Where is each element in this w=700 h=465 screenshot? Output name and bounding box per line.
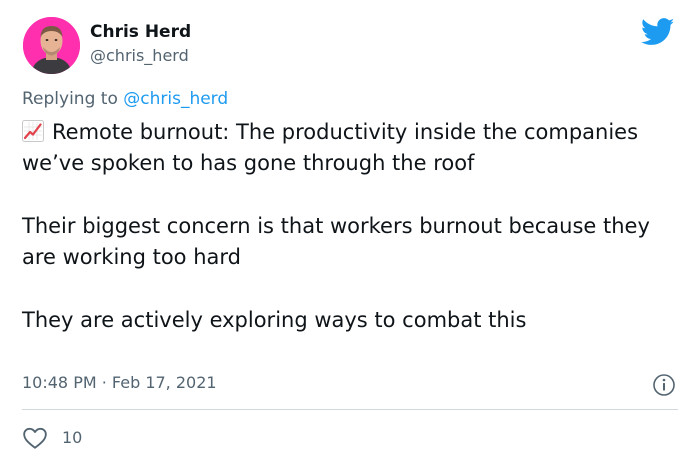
info-icon[interactable]: [652, 373, 676, 397]
replying-to-prefix: Replying to: [22, 89, 118, 109]
avatar-portrait: [23, 17, 80, 74]
heart-icon[interactable]: [22, 426, 48, 450]
tweet-text: Remote burnout: The productivity inside …: [22, 117, 672, 336]
tweet-paragraph-1: Remote burnout: The productivity inside …: [22, 117, 672, 179]
twitter-bird-icon[interactable]: [641, 18, 675, 46]
like-count: 10: [62, 428, 83, 447]
divider: [22, 409, 678, 410]
tweet-paragraph-3: They are actively exploring ways to comb…: [22, 308, 527, 332]
replying-to: Replying to @chris_herd: [22, 88, 228, 110]
chart-increasing-icon: [22, 120, 44, 142]
author-handle[interactable]: @chris_herd: [90, 46, 189, 66]
replying-to-handle-link[interactable]: @chris_herd: [123, 89, 228, 109]
author-display-name[interactable]: Chris Herd: [90, 22, 191, 42]
tweet-paragraph-1-text: Remote burnout: The productivity inside …: [22, 120, 639, 175]
tweet-timestamp[interactable]: 10:48 PM · Feb 17, 2021: [22, 372, 217, 394]
avatar[interactable]: [23, 17, 80, 74]
tweet-paragraph-2: Their biggest concern is that workers bu…: [22, 214, 650, 269]
tweet-card: Chris Herd @chris_herd Replying to @chri…: [0, 0, 700, 465]
